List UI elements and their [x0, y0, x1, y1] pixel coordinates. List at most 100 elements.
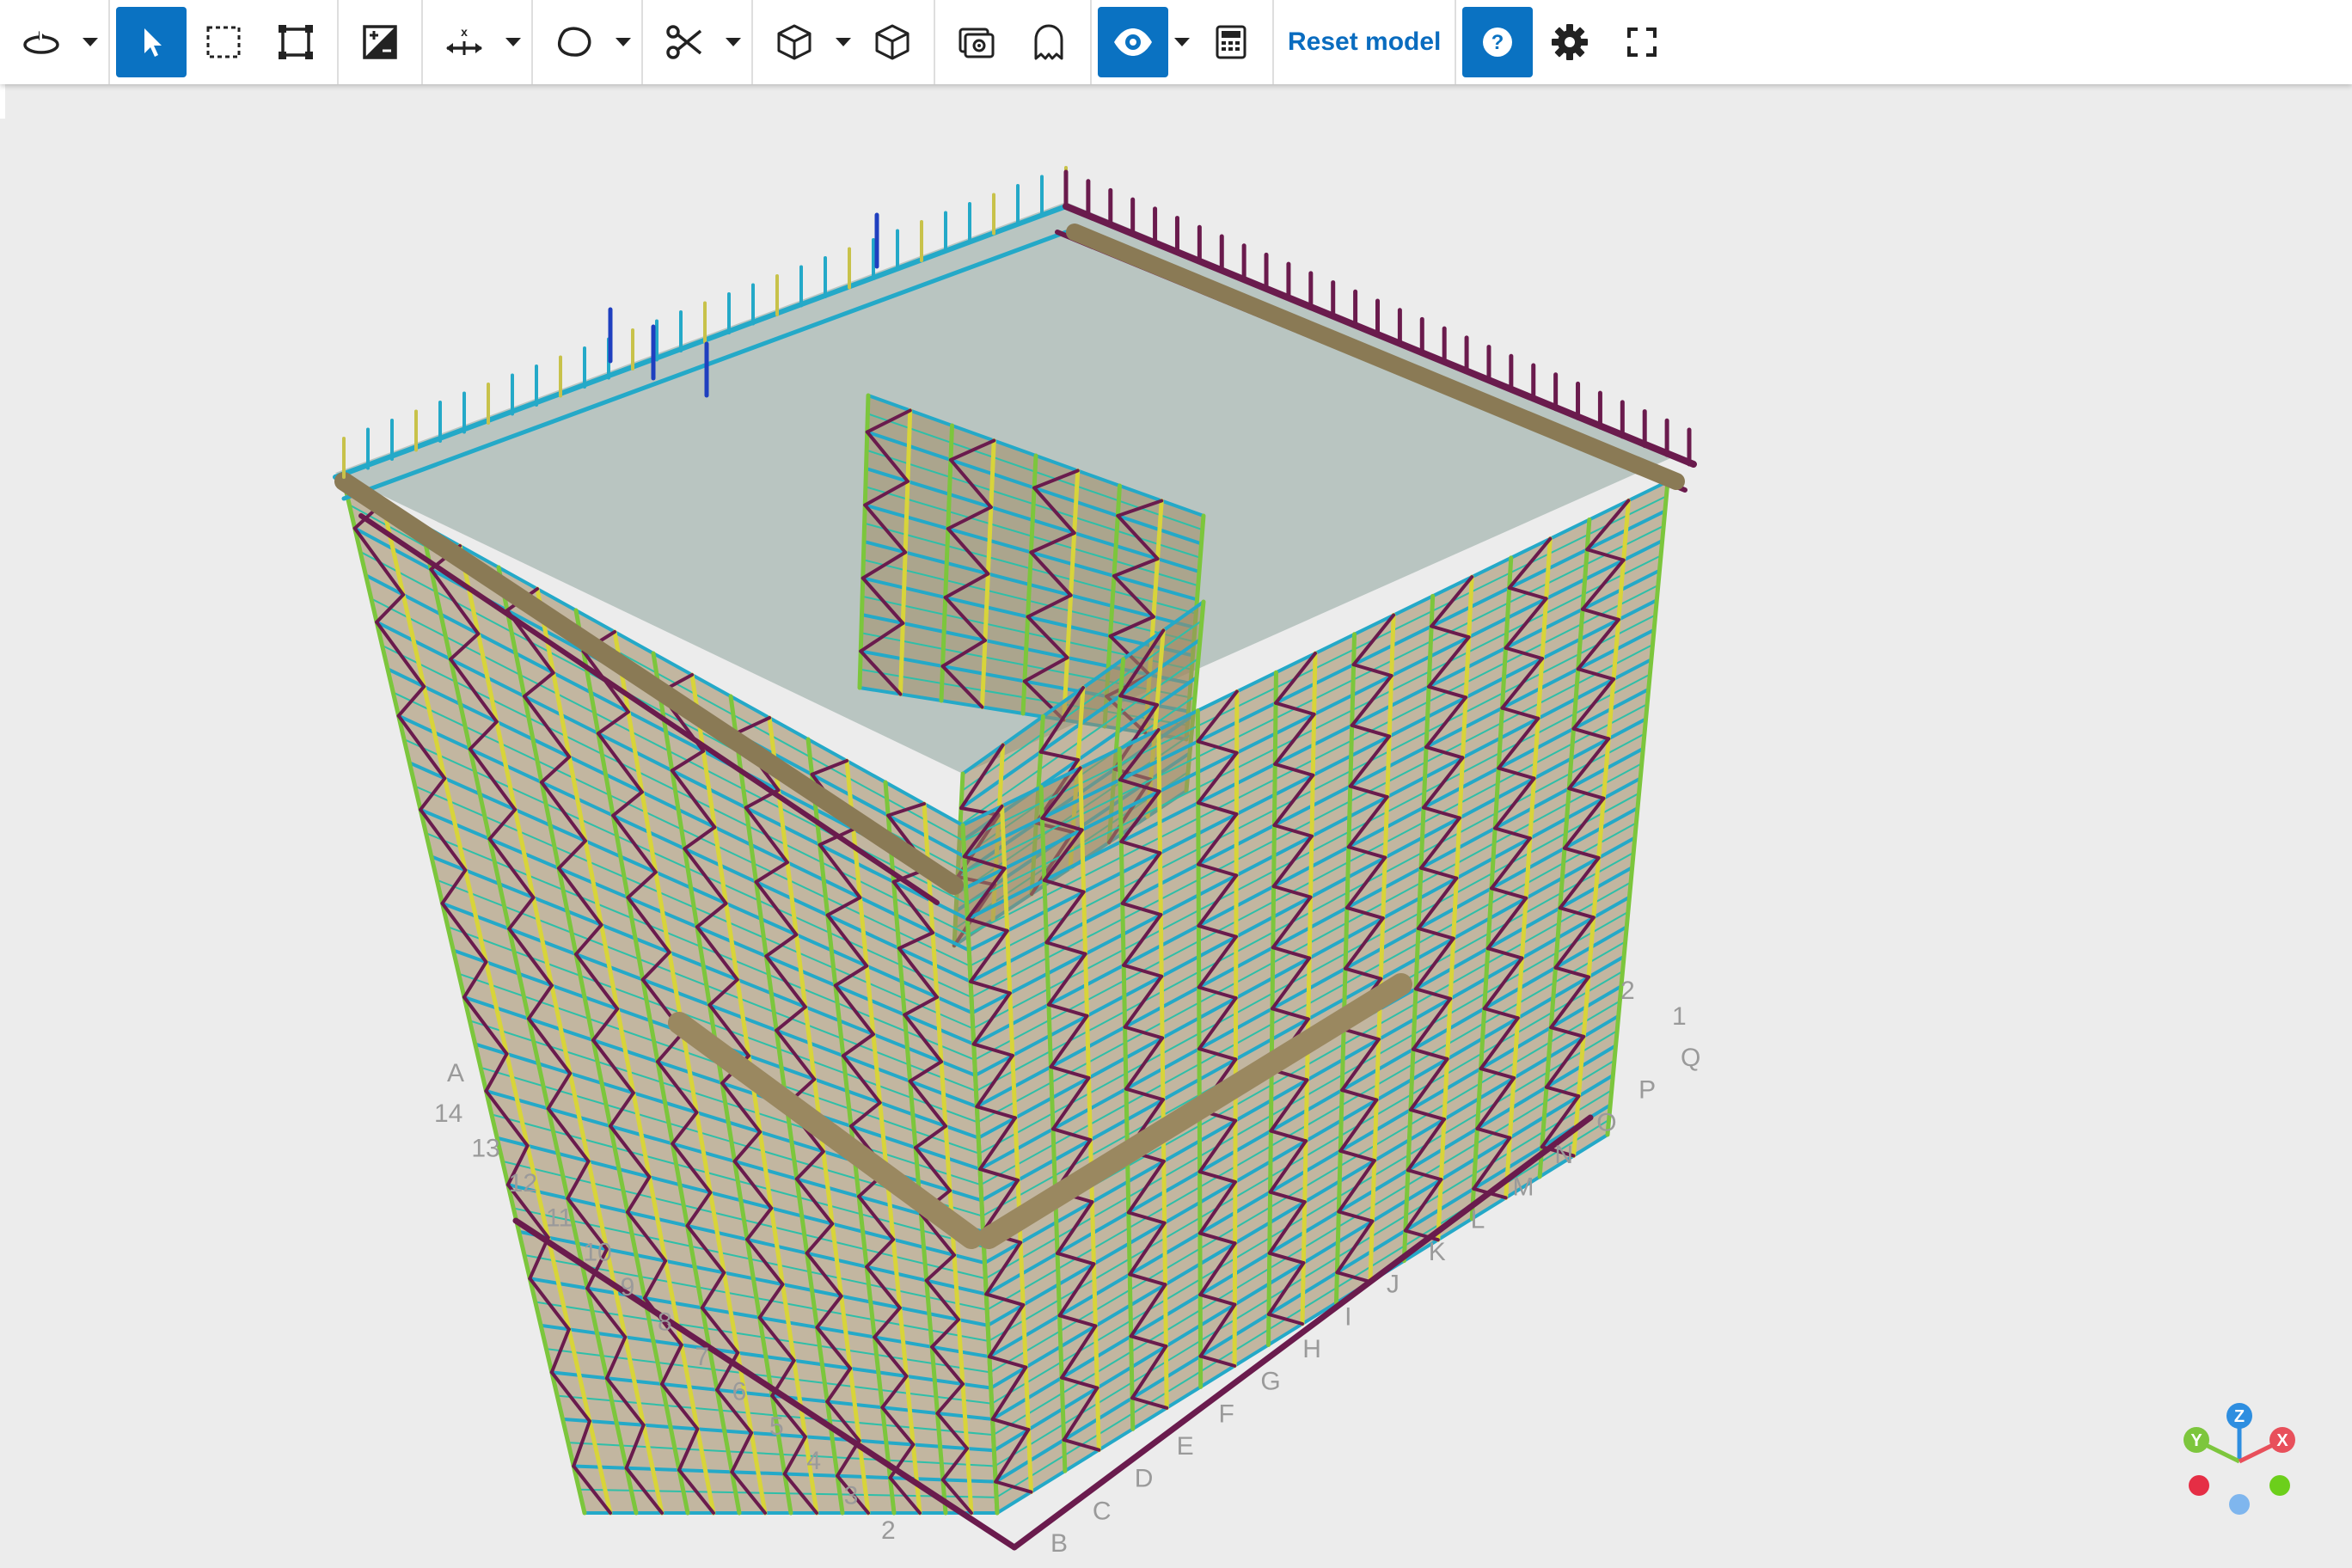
ghost-icon — [1034, 24, 1063, 60]
grid-label: H — [1302, 1335, 1321, 1363]
lasso-dropdown-caret[interactable] — [610, 7, 636, 77]
lasso-button[interactable] — [539, 7, 609, 77]
axis-orientation-gizmo[interactable]: Z Y X — [2175, 1394, 2304, 1523]
axis-x-arrows-icon: x — [446, 25, 482, 55]
cursor-arrow-icon — [144, 28, 162, 57]
grid-label: M — [1513, 1173, 1534, 1202]
grid-label: N — [1554, 1141, 1573, 1169]
negative-y-handle[interactable] — [2269, 1475, 2290, 1496]
grid-label: G — [1260, 1368, 1280, 1396]
orbit-button[interactable] — [6, 7, 77, 77]
grid-label: 5 — [769, 1412, 784, 1441]
visibility-group — [1092, 0, 1274, 84]
ghost-mode-button[interactable] — [1014, 7, 1084, 77]
grid-label: C — [1093, 1497, 1112, 1525]
eye-icon — [1114, 28, 1152, 56]
box-view-dropdown-caret[interactable] — [830, 7, 856, 77]
box-view-button[interactable] — [759, 7, 830, 77]
visibility-button[interactable] — [1098, 7, 1168, 77]
gear-icon — [1552, 24, 1589, 60]
grid-label: 9 — [621, 1273, 635, 1302]
grid-label: J — [1387, 1271, 1400, 1299]
snapshot-button[interactable] — [941, 7, 1012, 77]
fullscreen-button[interactable] — [1607, 7, 1677, 77]
render-mode-button[interactable] — [345, 7, 415, 77]
toolbar: x Reset model ? — [0, 0, 2352, 84]
svg-text:?: ? — [1491, 31, 1504, 54]
axis-dropdown-caret[interactable] — [500, 7, 526, 77]
chevron-down-icon — [726, 38, 741, 46]
display-group — [935, 0, 1092, 84]
solid-view-button[interactable] — [857, 7, 928, 77]
reset-group: Reset model — [1274, 0, 1457, 84]
grid-label: K — [1429, 1238, 1446, 1266]
scaffold-model-3d[interactable]: 141312111098765432AQPONMLKJIHGFEDCB21 — [0, 84, 2352, 1568]
chevron-down-icon — [1174, 38, 1190, 46]
model-viewport[interactable]: 14 13 12 11 10 9 8 7 6 5 4 3 2 A Q P O N M L K J I H G F E D C B 2 1 — [0, 84, 2352, 1568]
grid-label: D — [1135, 1465, 1154, 1493]
lasso-icon — [557, 27, 591, 57]
grid-label: 13 — [471, 1134, 499, 1162]
settings-button[interactable] — [1534, 7, 1605, 77]
grid-label: F — [1218, 1400, 1234, 1428]
cube-wireframe-icon — [777, 24, 812, 60]
grid-label: 4 — [806, 1447, 821, 1475]
chevron-down-icon — [616, 38, 631, 46]
axis-constraint-button[interactable]: x — [429, 7, 499, 77]
right-face-standard — [1232, 689, 1240, 1369]
grid-label: 11 — [546, 1204, 573, 1232]
render-group — [339, 0, 423, 84]
chevron-down-icon — [836, 38, 851, 46]
section-cut-button[interactable] — [649, 7, 720, 77]
visibility-dropdown-caret[interactable] — [1169, 7, 1195, 77]
negative-x-handle[interactable] — [2189, 1475, 2209, 1496]
grid-label: L — [1471, 1205, 1485, 1234]
grid-label: 12 — [509, 1169, 537, 1197]
fit-to-view-icon — [279, 25, 313, 59]
box-select-button[interactable] — [188, 7, 259, 77]
grid-label: O — [1596, 1108, 1616, 1136]
orbit-icon — [23, 30, 59, 54]
grid-label: 3 — [844, 1482, 859, 1510]
grid-label: I — [1344, 1302, 1351, 1331]
help-button[interactable]: ? — [1462, 7, 1534, 77]
z-axis-label: Z — [2234, 1407, 2245, 1426]
grid-label: 14 — [434, 1099, 462, 1128]
chevron-down-icon — [505, 38, 521, 46]
grid-label: 2 — [881, 1516, 896, 1545]
grid-label: A — [447, 1059, 464, 1087]
cube-solid-icon — [875, 24, 910, 60]
grid-label: 7 — [695, 1343, 709, 1371]
axis-group: x — [423, 0, 533, 84]
select-button[interactable] — [116, 7, 187, 77]
scissors-icon — [666, 25, 702, 59]
lasso-group — [533, 0, 643, 84]
calculator-icon — [1216, 25, 1246, 59]
reset-model-button[interactable]: Reset model — [1279, 7, 1449, 77]
fit-to-view-button[interactable] — [260, 7, 331, 77]
shading-toggle-icon — [363, 25, 397, 59]
grid-label: 10 — [583, 1239, 611, 1267]
grid-label: 1 — [1672, 1002, 1687, 1031]
grid-label: P — [1638, 1076, 1656, 1105]
orbit-dropdown-caret[interactable] — [77, 7, 103, 77]
grid-label: E — [1177, 1432, 1194, 1461]
svg-text:x: x — [461, 25, 468, 39]
grid-label: B — [1050, 1529, 1068, 1558]
navigation-group — [0, 0, 110, 84]
chevron-down-icon — [83, 38, 98, 46]
negative-z-handle[interactable] — [2229, 1494, 2250, 1515]
selection-group — [110, 0, 339, 84]
question-mark-icon: ? — [1483, 28, 1513, 57]
view-cube-group — [753, 0, 935, 84]
grid-label: 6 — [732, 1377, 747, 1406]
x-axis-label: X — [2276, 1431, 2288, 1450]
calculator-button[interactable] — [1196, 7, 1266, 77]
grid-label: 2 — [1620, 977, 1635, 1005]
section-dropdown-caret[interactable] — [720, 7, 746, 77]
dashed-rectangle-icon — [206, 26, 241, 58]
grid-label: 8 — [658, 1308, 672, 1337]
section-group — [643, 0, 753, 84]
image-layers-icon — [959, 28, 995, 58]
fullscreen-icon — [1627, 28, 1657, 57]
